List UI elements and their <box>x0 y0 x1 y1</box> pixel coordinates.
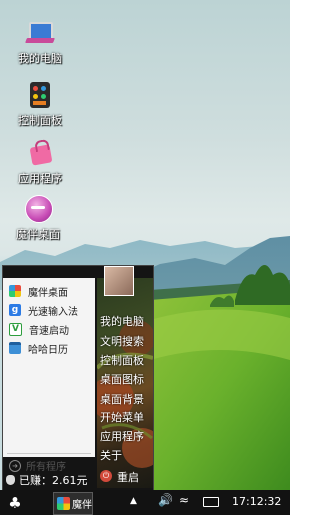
menu-link-about[interactable]: 关于 <box>100 447 122 463</box>
all-programs-label: 所有程序 <box>26 462 66 473</box>
app-item-fast-input[interactable]: g 光速输入法 <box>9 302 78 318</box>
money-bag-icon <box>6 475 15 485</box>
wifi-icon[interactable]: ≈ <box>179 493 189 507</box>
menu-link-desktop-icons[interactable]: 桌面图标 <box>100 371 144 387</box>
clover-icon: ♣ <box>8 494 22 512</box>
palette-icon <box>25 80 55 110</box>
taskbar-app-moban[interactable]: 魔伴 <box>53 492 93 515</box>
v-launcher-icon: V <box>9 322 22 336</box>
earnings-label: 已赚：2.61元 <box>19 474 88 487</box>
all-programs-button[interactable]: ➜ 所有程序 <box>9 458 66 473</box>
divider <box>7 453 91 454</box>
desktop-icon-label: 控制面板 <box>18 114 62 127</box>
arrow-right-circle-icon: ➜ <box>9 459 21 472</box>
app-item-label: 光速输入法 <box>28 306 78 318</box>
globe-icon <box>23 194 53 224</box>
user-avatar[interactable] <box>104 266 134 296</box>
app-item-haha-calendar[interactable]: 哈哈日历 <box>9 340 68 356</box>
laptop-icon <box>25 18 55 48</box>
menu-link-start-menu[interactable]: 开始菜单 <box>100 409 144 425</box>
menu-link-my-computer[interactable]: 我的电脑 <box>100 313 144 329</box>
desktop-icon-moban-desktop[interactable]: 魔伴桌面 <box>6 194 70 242</box>
menu-link-applications[interactable]: 应用程序 <box>100 428 144 444</box>
app-item-moban-desktop[interactable]: 魔伴桌面 <box>9 283 68 299</box>
desktop-icon-label: 魔伴桌面 <box>16 228 60 241</box>
desktop-icon-control-panel[interactable]: 控制面板 <box>8 80 72 128</box>
battery-icon[interactable] <box>203 497 219 507</box>
app-item-sonic-launcher[interactable]: V 音速启动 <box>9 321 69 337</box>
app-item-label: 哈哈日历 <box>28 344 68 356</box>
desktop-icon-my-computer[interactable]: 我的电脑 <box>8 18 72 66</box>
desktop: 我的电脑 控制面板 应用程序 魔伴桌面 魔伴桌面 g 光速输入法 V 音速启动 … <box>0 0 290 490</box>
volume-icon[interactable]: 🔊 <box>158 493 173 507</box>
colorful-flower-icon <box>9 285 21 297</box>
taskbar-app-label: 魔伴 <box>72 500 92 511</box>
menu-link-control-panel[interactable]: 控制面板 <box>100 352 144 368</box>
taskbar: ♣ 魔伴 ▲ 🔊 ≈ 17:12:32 <box>0 490 290 515</box>
moban-app-icon <box>57 497 70 510</box>
start-menu-app-list: 魔伴桌面 g 光速输入法 V 音速启动 哈哈日历 ➜ 所有程序 <box>3 278 95 473</box>
desktop-icon-label: 我的电脑 <box>18 52 62 65</box>
desktop-icon-label: 应用程序 <box>18 172 62 185</box>
calendar-icon <box>9 342 21 354</box>
chevron-up-icon[interactable]: ▲ <box>130 496 137 506</box>
start-button[interactable]: ♣ <box>6 494 24 512</box>
shopping-bag-icon <box>25 138 55 168</box>
desktop-icon-applications[interactable]: 应用程序 <box>8 138 72 186</box>
restart-button[interactable]: 重启 <box>117 469 139 485</box>
app-item-label: 音速启动 <box>29 325 69 337</box>
power-icon[interactable]: ⏻ <box>100 470 112 482</box>
app-item-label: 魔伴桌面 <box>28 287 68 299</box>
menu-link-desktop-background[interactable]: 桌面背景 <box>100 391 144 407</box>
earnings-status: 已赚：2.61元 <box>6 472 88 488</box>
menu-link-search[interactable]: 文明搜索 <box>100 333 144 349</box>
clock: 17:12:32 <box>232 495 282 508</box>
keyboard-g-icon: g <box>9 304 21 316</box>
